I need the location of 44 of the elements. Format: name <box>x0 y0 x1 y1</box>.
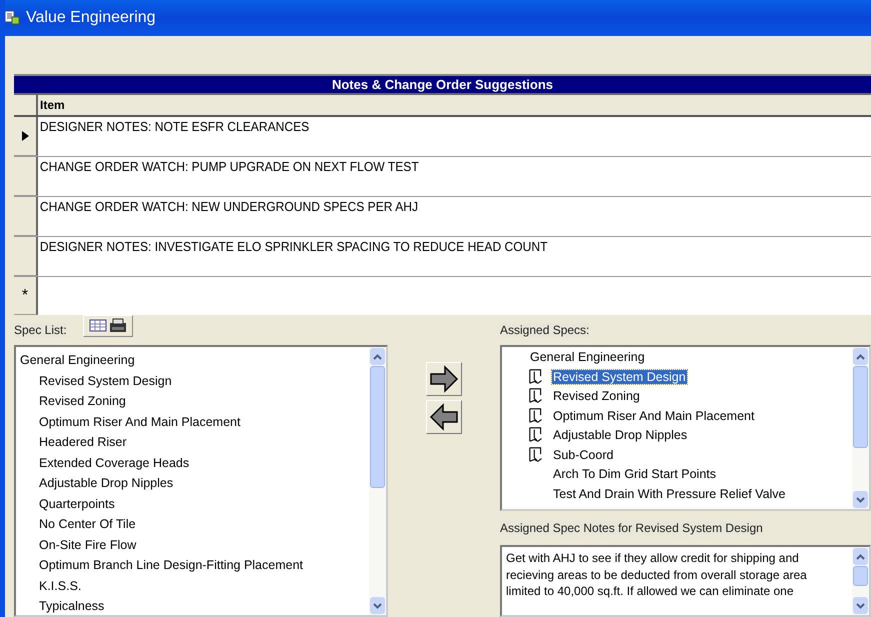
scroll-down-icon[interactable] <box>856 496 865 502</box>
list-item[interactable]: Revised System Design <box>552 370 687 384</box>
table-cell[interactable]: CHANGE ORDER WATCH: PUMP UPGRADE ON NEXT FLOW TEST <box>38 157 813 196</box>
row-selector[interactable] <box>14 117 38 156</box>
print-button[interactable] <box>82 315 133 337</box>
list-item[interactable]: Headered Riser <box>20 432 365 452</box>
table-cell[interactable]: DESIGNER NOTES: NOTE ESFR CLEARANCES <box>38 117 813 156</box>
list-item[interactable]: Arch To Dim Grid Start Points <box>552 467 718 482</box>
assigned-specs-label: Assigned Specs: <box>500 323 590 337</box>
notes-label: Assigned Spec Notes for Revised System Design <box>500 521 763 535</box>
list-item[interactable]: Revised Zoning <box>20 391 365 412</box>
list-item[interactable]: Typicalness <box>20 596 365 615</box>
list-group-header[interactable]: General Engineering <box>506 348 848 367</box>
scroll-down-icon[interactable] <box>373 602 382 608</box>
list-item[interactable]: Revised System Design <box>20 370 365 391</box>
list-item[interactable]: Extended Coverage Heads <box>20 452 365 473</box>
app-icon <box>5 10 20 26</box>
current-row-icon <box>22 131 28 141</box>
list-item[interactable]: Optimum Riser And Main Placement <box>552 408 756 423</box>
window-title: Value Engineering <box>26 9 156 27</box>
table-cell[interactable]: DESIGNER NOTES: INVESTIGATE ELO SPRINKLER SPACING TO REDUCE HEAD COUNT <box>38 237 813 276</box>
add-button[interactable] <box>426 362 462 396</box>
table-cell[interactable]: CHANGE ORDER WATCH: NEW UNDERGROUND SPECS PER AHJ <box>38 197 813 236</box>
list-group-header[interactable]: General Engineering <box>20 350 365 370</box>
list-item[interactable]: Sub-Coord <box>552 448 614 462</box>
column-header[interactable]: Item <box>38 95 67 115</box>
scrollbar[interactable] <box>852 347 869 509</box>
spec-list-label: Spec List: <box>14 323 67 337</box>
scroll-up-icon[interactable] <box>856 354 865 360</box>
list-item[interactable]: Adjustable Drop Nipples <box>20 473 365 494</box>
list-item[interactable]: Adjustable Drop Nipples <box>552 428 688 442</box>
grid-title: Notes & Change Order Suggestions <box>14 76 871 95</box>
scroll-up-icon[interactable] <box>373 354 382 360</box>
list-item[interactable]: On-Site Fire Flow <box>20 534 365 555</box>
list-item[interactable]: Quarterpoints <box>20 494 365 514</box>
list-item[interactable]: Revised Zoning <box>552 389 641 404</box>
list-item[interactable]: Test And Drain With Pressure Relief Valve <box>552 486 787 501</box>
list-item[interactable]: No Center Of Tile <box>20 514 365 534</box>
remove-button[interactable] <box>426 400 462 434</box>
list-item[interactable]: K.I.S.S. <box>20 576 365 596</box>
scrollbar[interactable] <box>369 347 386 615</box>
new-row-marker: * <box>22 286 28 304</box>
list-item[interactable]: Optimum Branch Line Design-Fitting Placement <box>20 555 365 576</box>
list-item[interactable]: Optimum Riser And Main Placement <box>20 412 365 432</box>
